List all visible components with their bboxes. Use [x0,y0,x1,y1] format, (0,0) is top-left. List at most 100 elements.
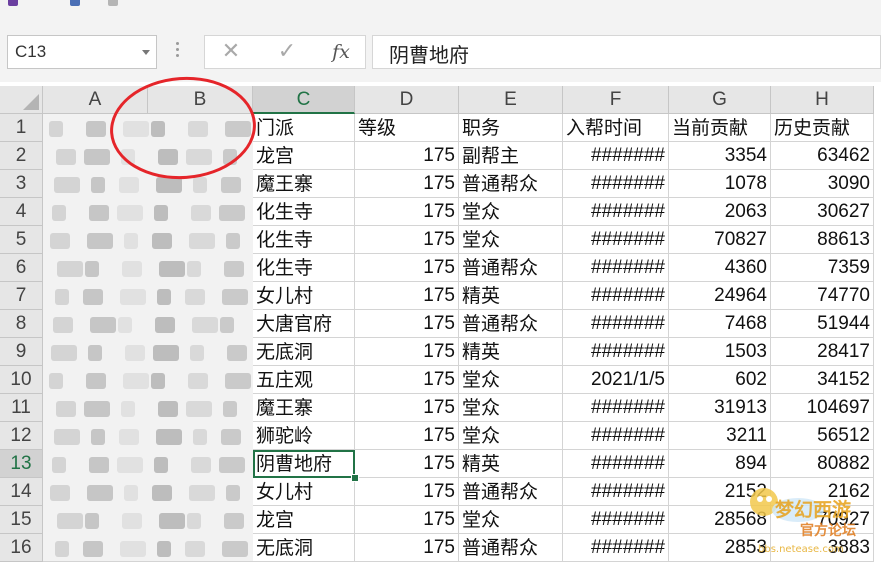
row-header-8[interactable]: 8 [0,310,43,338]
table-cell[interactable]: 精英 [459,338,563,366]
redo-icon[interactable] [108,0,118,6]
table-cell[interactable]: 31913 [669,394,771,422]
table-cell[interactable]: 无底洞 [253,534,355,562]
table-cell[interactable]: 堂众 [459,506,563,534]
table-cell[interactable]: 175 [355,450,459,478]
table-cell[interactable]: 普通帮众 [459,310,563,338]
table-cell[interactable]: ####### [563,450,669,478]
table-cell[interactable]: 602 [669,366,771,394]
header-cell-d[interactable]: 等级 [355,114,459,142]
table-cell[interactable]: 7359 [771,254,874,282]
table-cell[interactable]: 104697 [771,394,874,422]
header-cell-g[interactable]: 当前贡献 [669,114,771,142]
column-header-f[interactable]: F [563,86,669,114]
table-cell[interactable]: 化生寺 [253,226,355,254]
row-header-1[interactable]: 1 [0,114,43,142]
table-cell[interactable]: 2021/1/5 [563,366,669,394]
table-cell[interactable]: 175 [355,142,459,170]
row-header-11[interactable]: 11 [0,394,43,422]
table-cell[interactable]: 175 [355,478,459,506]
row-header-5[interactable]: 5 [0,226,43,254]
table-cell[interactable]: 1078 [669,170,771,198]
table-cell[interactable]: 175 [355,422,459,450]
table-cell[interactable]: 175 [355,198,459,226]
table-cell[interactable]: 大唐官府 [253,310,355,338]
row-header-16[interactable]: 16 [0,534,43,562]
header-cell-e[interactable]: 职务 [459,114,563,142]
table-cell[interactable]: 女儿村 [253,478,355,506]
table-cell[interactable]: 无底洞 [253,338,355,366]
column-header-c[interactable]: C [253,86,355,114]
table-cell[interactable]: 175 [355,170,459,198]
table-cell[interactable]: 175 [355,366,459,394]
table-cell[interactable]: 30627 [771,198,874,226]
table-cell[interactable]: 7468 [669,310,771,338]
table-cell[interactable]: 2063 [669,198,771,226]
table-cell[interactable]: 龙宫 [253,506,355,534]
table-cell[interactable]: 化生寺 [253,254,355,282]
column-header-h[interactable]: H [771,86,874,114]
table-cell[interactable]: 24964 [669,282,771,310]
table-cell[interactable]: 龙宫 [253,142,355,170]
chevron-down-icon[interactable] [142,50,150,55]
table-cell[interactable]: 175 [355,338,459,366]
row-header-7[interactable]: 7 [0,282,43,310]
table-cell[interactable]: ####### [563,282,669,310]
header-cell-f[interactable]: 入帮时间 [563,114,669,142]
table-cell[interactable]: 3211 [669,422,771,450]
table-cell[interactable]: 56512 [771,422,874,450]
table-cell[interactable]: 五庄观 [253,366,355,394]
row-header-12[interactable]: 12 [0,422,43,450]
active-cell[interactable]: 阴曹地府 [253,450,355,478]
table-cell[interactable]: 80882 [771,450,874,478]
row-header-4[interactable]: 4 [0,198,43,226]
table-cell[interactable]: ####### [563,254,669,282]
table-cell[interactable]: 堂众 [459,422,563,450]
row-header-10[interactable]: 10 [0,366,43,394]
table-cell[interactable]: 女儿村 [253,282,355,310]
table-cell[interactable]: ####### [563,142,669,170]
table-cell[interactable]: 堂众 [459,366,563,394]
table-cell[interactable]: 34152 [771,366,874,394]
table-cell[interactable]: 魔王寨 [253,170,355,198]
header-cell-h[interactable]: 历史贡献 [771,114,874,142]
table-cell[interactable]: 175 [355,534,459,562]
table-cell[interactable]: 普通帮众 [459,254,563,282]
table-cell[interactable]: ####### [563,394,669,422]
table-cell[interactable]: 70827 [669,226,771,254]
table-cell[interactable]: 3090 [771,170,874,198]
table-cell[interactable]: ####### [563,310,669,338]
table-cell[interactable]: 175 [355,394,459,422]
header-cell-c[interactable]: 门派 [253,114,355,142]
table-cell[interactable]: 精英 [459,282,563,310]
table-cell[interactable]: 1503 [669,338,771,366]
fill-handle[interactable] [351,474,359,482]
select-all-button[interactable] [0,86,43,114]
formula-input[interactable]: 阴曹地府 [372,35,881,69]
table-cell[interactable]: 175 [355,310,459,338]
table-cell[interactable]: 堂众 [459,198,563,226]
table-cell[interactable]: 魔王寨 [253,394,355,422]
table-cell[interactable]: 普通帮众 [459,170,563,198]
table-cell[interactable]: 175 [355,506,459,534]
table-cell[interactable]: ####### [563,170,669,198]
table-cell[interactable]: 副帮主 [459,142,563,170]
row-header-15[interactable]: 15 [0,506,43,534]
table-cell[interactable]: 4360 [669,254,771,282]
column-header-d[interactable]: D [355,86,459,114]
row-header-13[interactable]: 13 [0,450,43,478]
row-header-3[interactable]: 3 [0,170,43,198]
table-cell[interactable]: ####### [563,226,669,254]
table-cell[interactable]: 化生寺 [253,198,355,226]
column-header-g[interactable]: G [669,86,771,114]
table-cell[interactable]: 普通帮众 [459,534,563,562]
name-box[interactable]: C13 [7,35,157,69]
table-cell[interactable]: 堂众 [459,394,563,422]
table-cell[interactable]: 175 [355,254,459,282]
table-cell[interactable]: ####### [563,478,669,506]
save-icon[interactable] [8,0,18,6]
table-cell[interactable]: 狮驼岭 [253,422,355,450]
table-cell[interactable]: 175 [355,226,459,254]
undo-icon[interactable] [70,0,80,6]
row-header-9[interactable]: 9 [0,338,43,366]
